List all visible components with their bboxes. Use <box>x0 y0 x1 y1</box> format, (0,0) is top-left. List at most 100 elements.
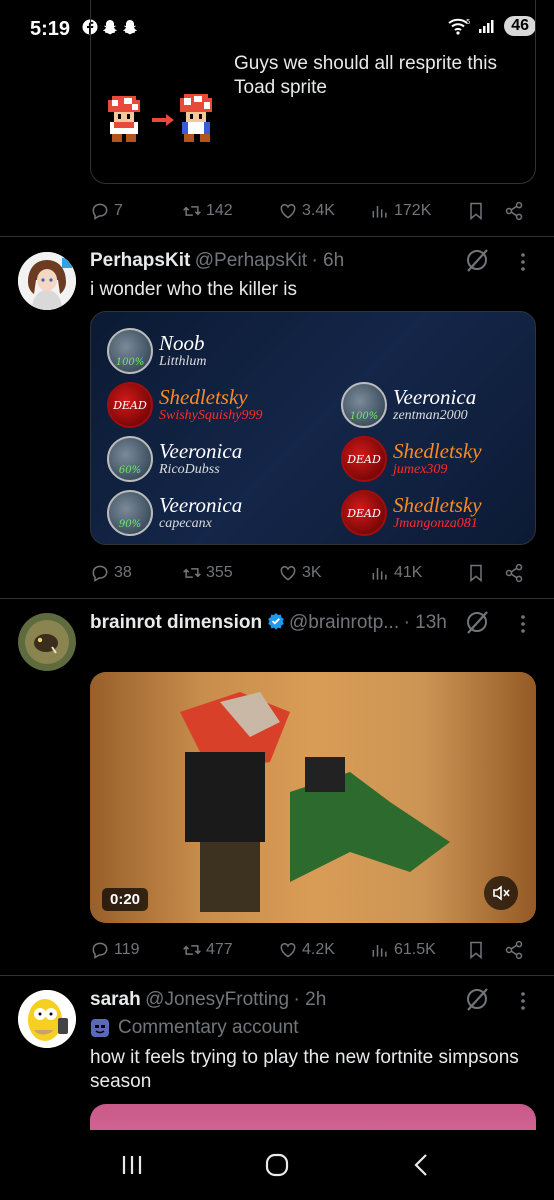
video-player[interactable]: 0:20 <box>90 672 536 923</box>
author-name[interactable]: brainrot dimension <box>90 612 262 633</box>
grok-icon[interactable] <box>464 247 490 273</box>
divider <box>0 236 554 237</box>
like-count: 3.4K <box>302 202 335 219</box>
bookmark-button[interactable] <box>466 201 486 221</box>
player-name: SwishySquishy999 <box>159 408 263 423</box>
views-icon <box>372 568 387 580</box>
repost-count: 142 <box>206 202 233 219</box>
tweet-text: how it feels trying to play the new fort… <box>90 1047 519 1092</box>
player-badge: 100% <box>107 328 153 374</box>
avatar[interactable] <box>18 252 76 310</box>
repost-button[interactable]: 142 <box>182 201 233 221</box>
share-button[interactable] <box>504 201 524 221</box>
tweet1-actions: 7 142 3.4K 172K <box>90 198 530 224</box>
player-role: Veeronica <box>393 385 477 409</box>
bookmark-button[interactable] <box>466 940 486 960</box>
repost-icon <box>183 945 201 955</box>
player-status: 90% <box>118 519 142 530</box>
tweet-text: i wonder who the killer is <box>90 279 297 300</box>
leaderboard-entry: 100% Noob Litthlum <box>107 328 206 374</box>
reply-button[interactable]: 38 <box>90 563 132 583</box>
player-status: 60% <box>118 465 142 476</box>
tweet4-header: sarah @JonesyFrotting · 2h <box>90 989 326 1011</box>
mute-icon <box>493 885 510 901</box>
author-handle[interactable]: @brainrotp... <box>289 612 399 633</box>
views-icon <box>372 206 387 218</box>
player-badge: DEAD <box>107 382 153 428</box>
player-badge: 90% <box>107 490 153 536</box>
reply-button[interactable]: 7 <box>90 201 123 221</box>
grok-icon[interactable] <box>464 609 490 635</box>
player-name: jumex309 <box>393 462 448 477</box>
more-icon[interactable] <box>518 251 528 273</box>
status-time: 5:19 <box>30 18 71 40</box>
reply-icon <box>92 942 108 959</box>
share-button[interactable] <box>504 563 524 583</box>
repost-button[interactable]: 477 <box>182 940 233 960</box>
bookmark-button[interactable] <box>466 563 486 583</box>
repost-button[interactable]: 355 <box>182 563 233 583</box>
author-name[interactable]: sarah <box>90 989 141 1010</box>
player-role: Noob <box>159 331 205 355</box>
post-time: · 13h <box>403 612 447 633</box>
killer-leaderboard-image[interactable]: 100% Noob Litthlum DEAD Shedletsky SwishyS… <box>90 311 536 545</box>
recent-apps-icon[interactable] <box>118 1152 146 1178</box>
like-button[interactable]: 3.4K <box>278 201 335 221</box>
views-count: 172K <box>394 202 432 219</box>
toad-sprite-image <box>104 92 222 152</box>
video-frame <box>90 672 536 923</box>
grok-icon[interactable] <box>464 986 490 1012</box>
reply-button[interactable]: 119 <box>90 940 140 960</box>
views-count: 61.5K <box>394 941 436 958</box>
divider <box>0 598 554 599</box>
avatar[interactable] <box>18 613 76 671</box>
share-button[interactable] <box>504 940 524 960</box>
player-role: Veeronica <box>159 439 243 463</box>
like-button[interactable]: 3K <box>278 563 322 583</box>
like-icon <box>280 942 296 958</box>
player-name: zentman2000 <box>393 408 468 423</box>
leaderboard-entry: 60% Veeronica RicoDubss <box>107 436 242 482</box>
player-status: 100% <box>115 357 145 368</box>
reply-icon <box>92 203 108 220</box>
player-status: DEAD <box>347 506 381 520</box>
account-label: Commentary account <box>90 1017 299 1039</box>
mute-button[interactable] <box>484 876 518 910</box>
views-button[interactable]: 41K <box>370 563 422 583</box>
player-name: capecanx <box>159 516 212 531</box>
player-name: Litthlum <box>159 354 207 369</box>
tweet2-actions: 38 355 3K 41K <box>90 560 530 586</box>
author-handle[interactable]: @JonesyFrotting <box>145 989 289 1010</box>
like-icon <box>280 203 296 219</box>
player-role: Shedletsky <box>393 439 482 463</box>
system-nav-bar <box>0 1130 554 1200</box>
more-icon[interactable] <box>518 613 528 635</box>
repost-icon <box>183 568 201 578</box>
post-time: · 2h <box>293 989 327 1010</box>
leaderboard-entry: 100% Veeronica zentman2000 <box>341 382 476 428</box>
player-badge: DEAD <box>341 490 387 536</box>
views-count: 41K <box>394 564 423 581</box>
like-button[interactable]: 4.2K <box>278 940 335 960</box>
player-badge: 60% <box>107 436 153 482</box>
back-icon[interactable] <box>408 1151 436 1179</box>
author-name[interactable]: PerhapsKit <box>90 250 190 271</box>
verified-icon <box>267 613 284 630</box>
views-button[interactable]: 172K <box>370 201 431 221</box>
player-role: Shedletsky <box>393 493 482 517</box>
player-name: Jmangonza081 <box>393 516 478 531</box>
tweet2-header: PerhapsKit @PerhapsKit · 6h <box>90 250 344 272</box>
more-icon[interactable] <box>518 990 528 1012</box>
leaderboard-entry: DEAD Shedletsky jumex309 <box>341 436 482 482</box>
leaderboard-entry: 90% Veeronica capecanx <box>107 490 242 536</box>
reply-count: 7 <box>114 202 123 219</box>
views-button[interactable]: 61.5K <box>370 940 436 960</box>
player-name: RicoDubss <box>159 462 220 477</box>
avatar[interactable] <box>18 990 76 1048</box>
home-icon[interactable] <box>263 1151 291 1179</box>
share-icon <box>505 201 523 221</box>
tweet3-header: brainrot dimension @brainrotp... · 13h <box>90 612 447 634</box>
divider <box>0 975 554 976</box>
author-handle[interactable]: @PerhapsKit <box>195 250 307 271</box>
reply-count: 119 <box>114 941 140 958</box>
